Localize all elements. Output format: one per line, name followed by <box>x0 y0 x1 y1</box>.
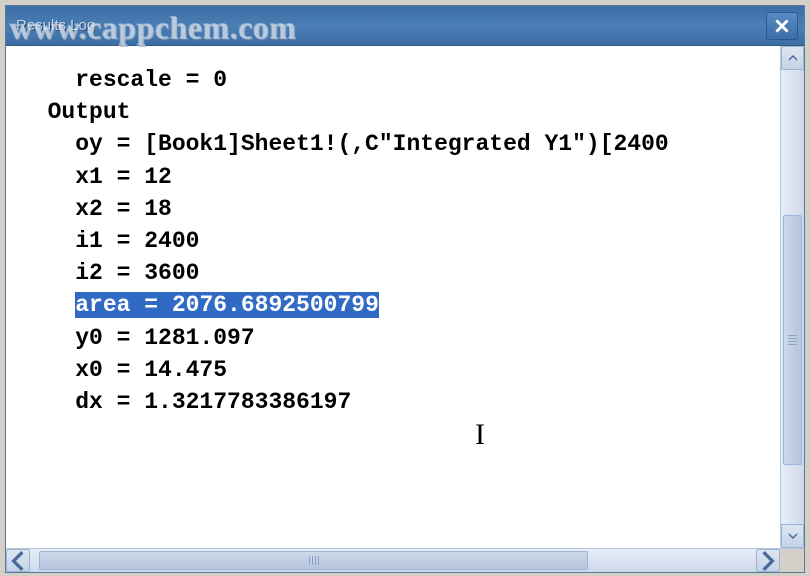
vertical-scrollbar[interactable] <box>780 46 804 548</box>
scroll-corner <box>780 549 804 572</box>
results-log-window: Results Log rescale = 0 Output oy = [Boo… <box>5 5 805 573</box>
output-line: x2 = 18 <box>6 193 780 225</box>
scroll-right-button[interactable] <box>756 549 780 572</box>
output-line: i1 = 2400 <box>6 225 780 257</box>
horizontal-scroll-thumb[interactable] <box>39 551 588 570</box>
horizontal-scroll-track[interactable] <box>32 549 754 572</box>
scroll-left-button[interactable] <box>6 549 30 572</box>
output-line: oy = [Book1]Sheet1!(,C"Integrated Y1")[2… <box>6 128 780 160</box>
output-line: x0 = 14.475 <box>6 354 780 386</box>
highlighted-text: area = 2076.6892500799 <box>75 292 379 318</box>
chevron-right-icon <box>757 550 779 572</box>
chevron-up-icon <box>788 53 798 63</box>
window-title: Results Log <box>16 17 95 34</box>
output-line: rescale = 0 <box>6 64 780 96</box>
output-line: y0 = 1281.097 <box>6 322 780 354</box>
output-line: dx = 1.3217783386197 <box>6 386 780 418</box>
output-line: i2 = 3600 <box>6 257 780 289</box>
vertical-scroll-thumb[interactable] <box>783 215 802 465</box>
chevron-down-icon <box>788 531 798 541</box>
close-button[interactable] <box>766 12 798 40</box>
content-wrapper: rescale = 0 Output oy = [Book1]Sheet1!(,… <box>6 46 804 548</box>
output-line: Output <box>6 96 780 128</box>
output-text-area[interactable]: rescale = 0 Output oy = [Book1]Sheet1!(,… <box>6 46 780 548</box>
output-line: x1 = 12 <box>6 161 780 193</box>
titlebar: Results Log <box>6 6 804 46</box>
horizontal-scrollbar[interactable] <box>6 548 804 572</box>
scroll-down-button[interactable] <box>781 524 804 548</box>
chevron-left-icon <box>7 550 29 572</box>
close-icon <box>775 19 789 33</box>
output-line: area = 2076.6892500799 <box>6 289 780 321</box>
scroll-up-button[interactable] <box>781 46 804 70</box>
vertical-scroll-track[interactable] <box>781 70 804 524</box>
